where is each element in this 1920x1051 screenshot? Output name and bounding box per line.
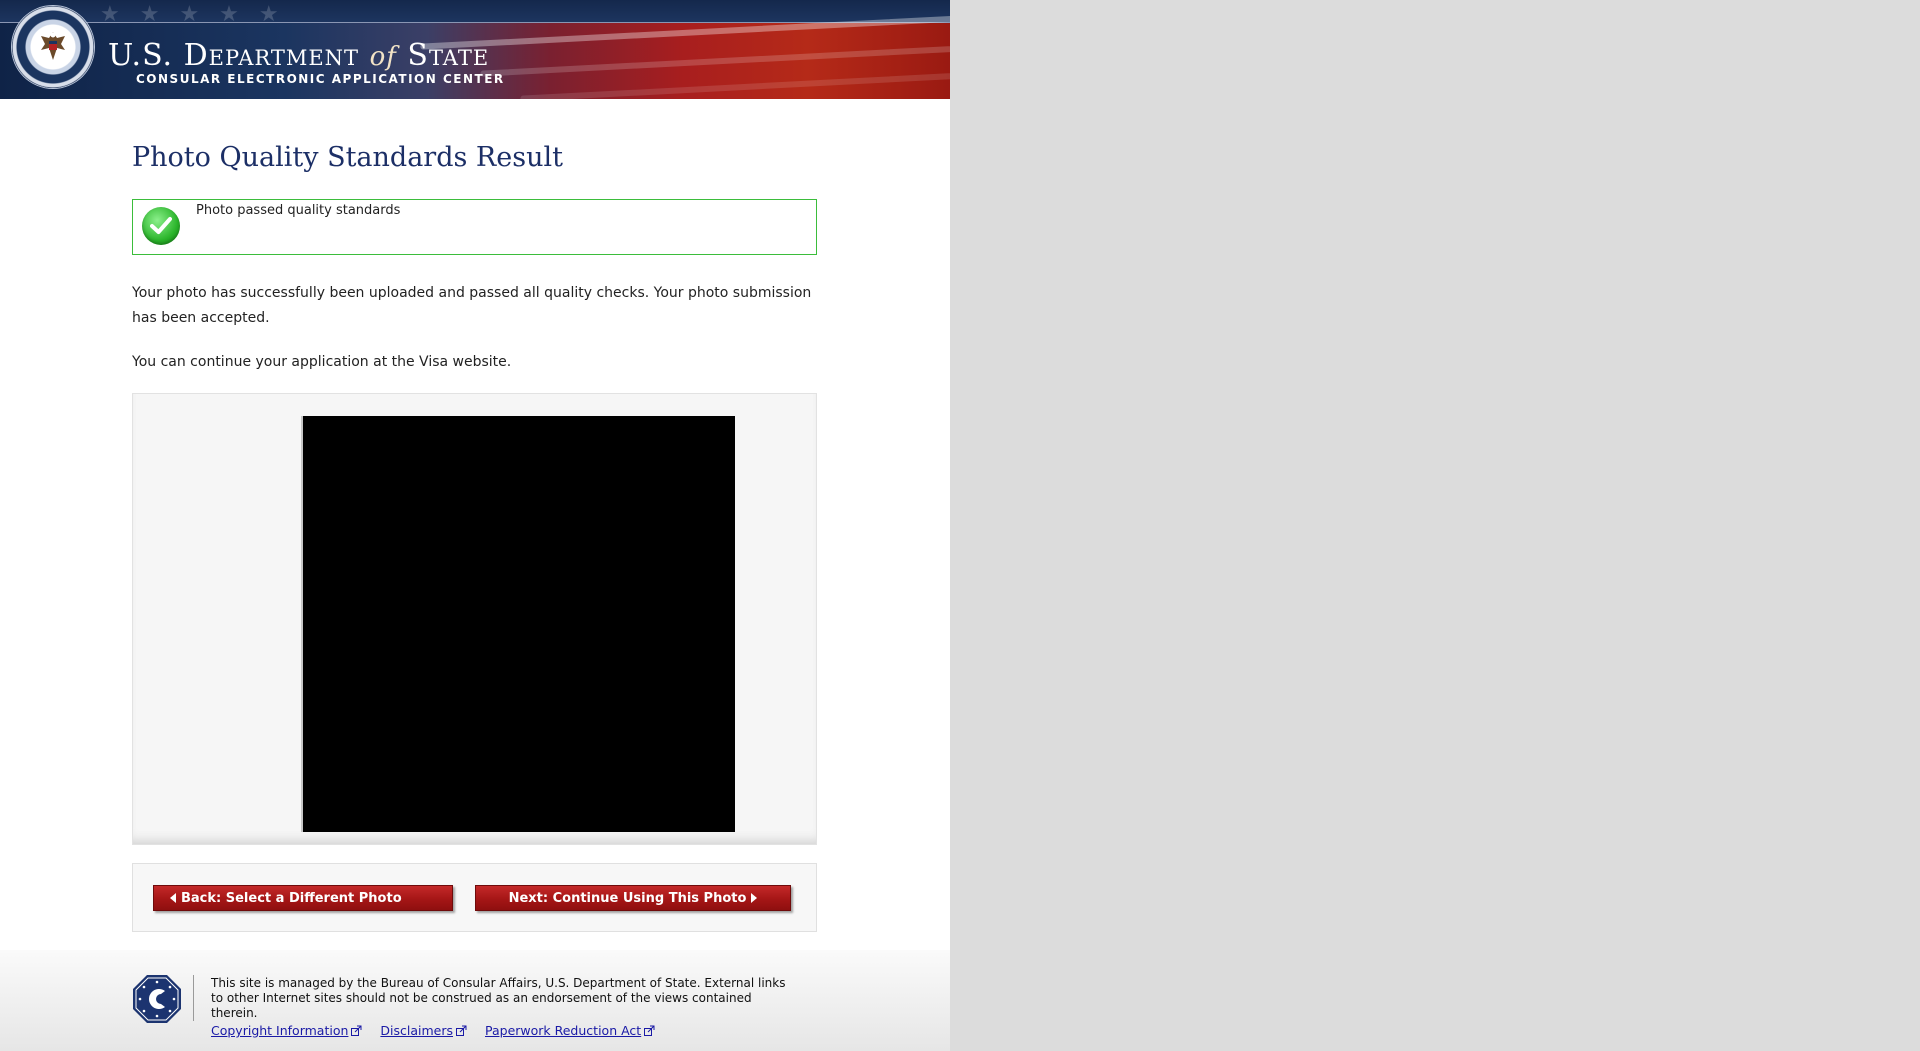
header-banner: ★★★★★ U.S. Department of State CONSULAR …	[0, 0, 950, 99]
green-check-icon	[142, 207, 180, 245]
navigation-panel: Back: Select a Different Photo Next: Con…	[132, 863, 817, 932]
uploaded-photo	[303, 416, 735, 832]
agency-subtitle: CONSULAR ELECTRONIC APPLICATION CENTER	[136, 72, 505, 86]
consular-affairs-c-icon	[133, 975, 181, 1023]
agency-title-prefix: U.S. Department	[108, 38, 370, 73]
agency-title-suffix: State	[396, 38, 490, 73]
continue-message: You can continue your application at the…	[132, 354, 512, 370]
status-message-box: Photo passed quality standards	[132, 199, 817, 255]
paperwork-reduction-act-link[interactable]: Paperwork Reduction Act	[485, 1023, 655, 1038]
external-link-icon	[644, 1025, 655, 1036]
footer-links: Copyright Information Disclaimers Paperw…	[211, 1023, 669, 1038]
copyright-information-link[interactable]: Copyright Information	[211, 1023, 362, 1038]
agency-title: U.S. Department of State	[108, 38, 489, 73]
footer-divider	[193, 975, 194, 1021]
eagle-icon	[41, 32, 65, 60]
paperwork-link-label: Paperwork Reduction Act	[485, 1023, 642, 1038]
chevron-left-icon	[170, 893, 176, 903]
agency-title-of: of	[369, 42, 397, 72]
page: ★★★★★ U.S. Department of State CONSULAR …	[0, 0, 950, 1051]
external-link-icon	[456, 1025, 467, 1036]
back-button-label: Back: Select a Different Photo	[181, 890, 402, 906]
flag-stripe-decoration	[480, 39, 950, 77]
footer: This site is managed by the Bureau of Co…	[0, 950, 950, 1051]
photo-preview-panel	[132, 393, 817, 845]
department-of-state-seal-icon	[12, 6, 94, 88]
disclaimers-link[interactable]: Disclaimers	[380, 1023, 467, 1038]
next-button-label: Next: Continue Using This Photo	[508, 890, 747, 906]
footer-disclaimer-text: This site is managed by the Bureau of Co…	[211, 976, 786, 1020]
chevron-right-icon	[751, 893, 758, 903]
external-link-icon	[351, 1025, 362, 1036]
copyright-link-label: Copyright Information	[211, 1023, 349, 1038]
status-text: Photo passed quality standards	[196, 203, 401, 218]
page-title: Photo Quality Standards Result	[132, 142, 563, 173]
back-button[interactable]: Back: Select a Different Photo	[153, 885, 453, 911]
next-button[interactable]: Next: Continue Using This Photo	[475, 885, 791, 911]
flag-stars-decoration: ★★★★★	[100, 2, 299, 27]
success-message: Your photo has successfully been uploade…	[132, 285, 812, 326]
disclaimers-link-label: Disclaimers	[380, 1023, 454, 1038]
